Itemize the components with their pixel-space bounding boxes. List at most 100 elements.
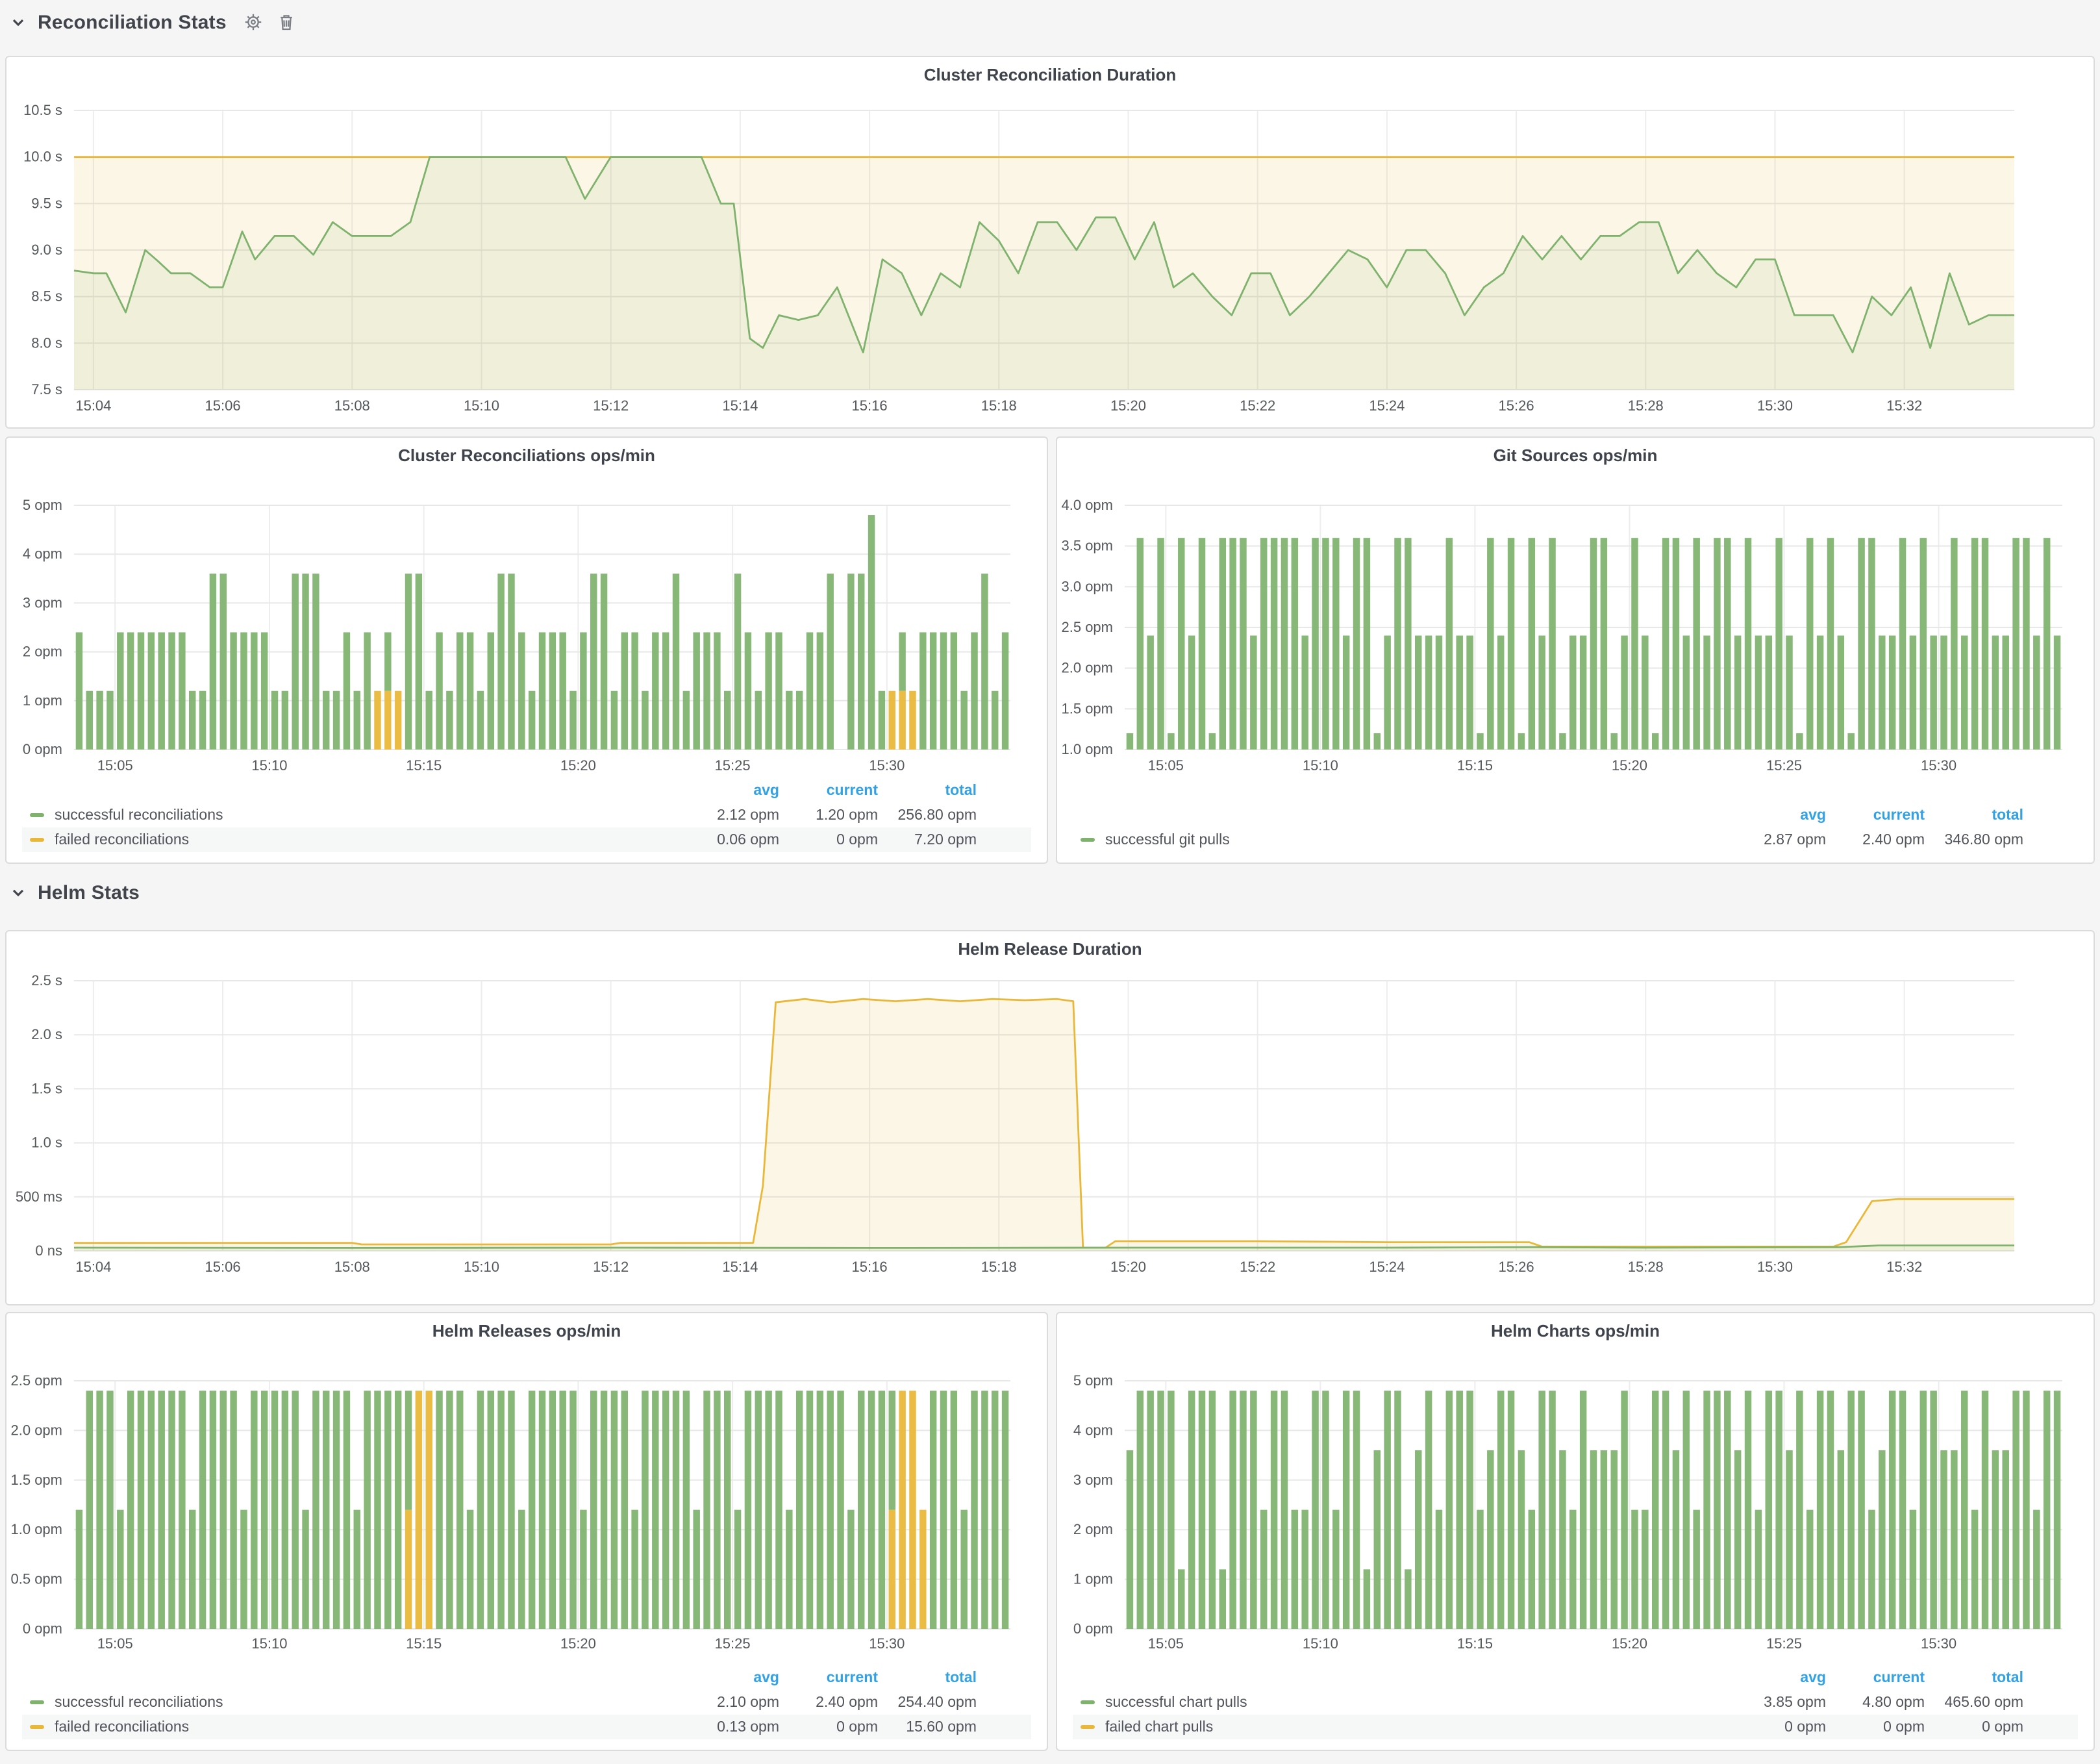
svg-text:15:08: 15:08: [334, 1259, 370, 1275]
svg-text:2.5 opm: 2.5 opm: [11, 1372, 63, 1389]
panel-title[interactable]: Helm Release Duration: [6, 939, 2094, 959]
svg-text:15:30: 15:30: [1921, 1635, 1956, 1652]
legend-row-successful-reconciliations[interactable]: successful reconciliations 2.10 opm 2.40…: [22, 1690, 1031, 1715]
svg-text:15:16: 15:16: [852, 1259, 888, 1275]
gear-icon[interactable]: [244, 12, 264, 32]
panel-title[interactable]: Git Sources ops/min: [1057, 446, 2094, 465]
legend-series-label[interactable]: successful reconciliations: [55, 1695, 681, 1710]
panel-title[interactable]: Helm Releases ops/min: [6, 1321, 1047, 1341]
svg-text:15:24: 15:24: [1369, 1259, 1405, 1275]
legend-row-failed-chart-pulls[interactable]: failed chart pulls 0 opm 0 opm 0 opm: [1073, 1715, 2078, 1739]
legend-sort-current[interactable]: current: [1826, 1670, 1925, 1685]
series-swatch: [1081, 1700, 1095, 1704]
chevron-down-icon[interactable]: [8, 12, 29, 32]
svg-text:15:06: 15:06: [205, 397, 241, 414]
legend-sort-avg[interactable]: avg: [681, 783, 779, 798]
legend-avg-value: 3.85 opm: [1727, 1695, 1826, 1710]
svg-text:0 opm: 0 opm: [23, 1620, 62, 1637]
svg-text:15:15: 15:15: [1457, 1635, 1493, 1652]
svg-text:1.0 opm: 1.0 opm: [1062, 741, 1114, 757]
legend-current-value: 0 opm: [779, 832, 878, 848]
svg-text:15:22: 15:22: [1240, 1259, 1275, 1275]
svg-text:2.5 s: 2.5 s: [31, 972, 62, 989]
legend-current-value: 2.40 opm: [779, 1695, 878, 1710]
svg-text:15:05: 15:05: [97, 1635, 133, 1652]
svg-text:15:08: 15:08: [334, 397, 370, 414]
legend-sort-current[interactable]: current: [779, 783, 878, 798]
svg-text:1 opm: 1 opm: [23, 692, 62, 709]
panel-title[interactable]: Cluster Reconciliations ops/min: [6, 446, 1047, 465]
legend-sort-current[interactable]: current: [779, 1670, 878, 1685]
svg-text:15:20: 15:20: [1110, 397, 1146, 414]
svg-text:1.5 opm: 1.5 opm: [1062, 700, 1114, 716]
svg-text:7.5 s: 7.5 s: [31, 381, 62, 397]
svg-text:15:12: 15:12: [593, 397, 629, 414]
svg-text:3.0 opm: 3.0 opm: [1062, 578, 1114, 594]
svg-text:10.5 s: 10.5 s: [23, 102, 62, 118]
legend-sort-total[interactable]: total: [1925, 807, 2023, 823]
legend-series-label[interactable]: failed reconciliations: [55, 832, 681, 848]
svg-text:10.0 s: 10.0 s: [23, 149, 62, 165]
legend-series-label[interactable]: successful chart pulls: [1105, 1695, 1727, 1710]
svg-text:9.0 s: 9.0 s: [31, 242, 62, 258]
svg-text:0.5 opm: 0.5 opm: [11, 1571, 63, 1587]
trash-icon[interactable]: [276, 12, 297, 32]
section-title[interactable]: Reconciliation Stats: [38, 11, 227, 33]
legend-header: avg current total: [1073, 803, 2078, 827]
svg-text:15:20: 15:20: [1612, 1635, 1647, 1652]
svg-text:15:26: 15:26: [1499, 1259, 1534, 1275]
legend-row-successful-git-pulls[interactable]: successful git pulls 2.87 opm 2.40 opm 3…: [1073, 827, 2078, 852]
series-swatch: [30, 813, 44, 817]
svg-text:8.0 s: 8.0 s: [31, 334, 62, 351]
svg-text:15:25: 15:25: [715, 757, 751, 774]
svg-text:15:05: 15:05: [1148, 1635, 1184, 1652]
legend-row-successful-chart-pulls[interactable]: successful chart pulls 3.85 opm 4.80 opm…: [1073, 1690, 2078, 1715]
panel-title[interactable]: Cluster Reconciliation Duration: [6, 65, 2094, 84]
legend-row-successful-reconciliations[interactable]: successful reconciliations 2.12 opm 1.20…: [22, 803, 1031, 827]
legend-sort-avg[interactable]: avg: [1727, 807, 1826, 823]
svg-text:15:10: 15:10: [464, 1259, 499, 1275]
legend-sort-total[interactable]: total: [878, 783, 977, 798]
legend-series-label[interactable]: successful reconciliations: [55, 807, 681, 823]
svg-text:5 opm: 5 opm: [1073, 1372, 1113, 1389]
chart-git-sources-ops[interactable]: 15:0515:1015:1515:2015:2515:301.0 opm1.5…: [1057, 438, 2094, 863]
legend-avg-value: 2.10 opm: [681, 1695, 779, 1710]
svg-text:15:05: 15:05: [97, 757, 133, 774]
section-title[interactable]: Helm Stats: [38, 881, 140, 903]
legend-sort-avg[interactable]: avg: [681, 1670, 779, 1685]
svg-text:15:20: 15:20: [1612, 757, 1647, 774]
legend-avg-value: 2.87 opm: [1727, 832, 1826, 848]
legend-header: avg current total: [22, 1665, 1031, 1690]
chart-helm-release-duration[interactable]: 15:0415:0615:0815:1015:1215:1415:1615:18…: [6, 931, 2094, 1304]
svg-text:8.5 s: 8.5 s: [31, 288, 62, 305]
row-header-helm-stats[interactable]: Helm Stats: [8, 873, 140, 912]
series-swatch: [30, 838, 44, 842]
row-header-reconciliation-stats[interactable]: Reconciliation Stats: [8, 3, 297, 42]
svg-text:0 ns: 0 ns: [35, 1242, 62, 1259]
legend-series-label[interactable]: successful git pulls: [1105, 832, 1727, 848]
svg-text:3 opm: 3 opm: [23, 594, 62, 611]
legend-sort-current[interactable]: current: [1826, 807, 1925, 823]
legend-sort-total[interactable]: total: [1925, 1670, 2023, 1685]
panel-cluster-reconciliations-ops: Cluster Reconciliations ops/min 15:05 15:…: [5, 436, 1048, 864]
legend-sort-avg[interactable]: avg: [1727, 1670, 1826, 1685]
legend-series-label[interactable]: failed reconciliations: [55, 1719, 681, 1735]
svg-text:4 opm: 4 opm: [23, 546, 62, 562]
svg-text:15:25: 15:25: [715, 1635, 751, 1652]
svg-text:15:18: 15:18: [981, 1259, 1017, 1275]
legend-row-failed-reconciliations[interactable]: failed reconciliations 0.06 opm 0 opm 7.…: [22, 827, 1031, 852]
legend-total-value: 465.60 opm: [1925, 1695, 2023, 1710]
svg-text:2 opm: 2 opm: [23, 644, 62, 660]
svg-text:1.5 opm: 1.5 opm: [11, 1472, 63, 1488]
panel-title[interactable]: Helm Charts ops/min: [1057, 1321, 2094, 1341]
legend-sort-total[interactable]: total: [878, 1670, 977, 1685]
svg-text:15:06: 15:06: [205, 1259, 241, 1275]
legend-row-failed-reconciliations[interactable]: failed reconciliations 0.13 opm 0 opm 15…: [22, 1715, 1031, 1739]
legend-avg-value: 0 opm: [1727, 1719, 1826, 1735]
svg-text:15:15: 15:15: [406, 757, 442, 774]
chart-cluster-reconciliation-duration[interactable]: 15:0415:0615:0815:1015:1215:1415:1615:18…: [6, 57, 2094, 427]
legend: avg current total successful reconciliat…: [22, 1665, 1031, 1739]
chevron-down-icon[interactable]: [8, 882, 29, 903]
legend-series-label[interactable]: failed chart pulls: [1105, 1719, 1727, 1735]
svg-text:15:10: 15:10: [251, 757, 287, 774]
